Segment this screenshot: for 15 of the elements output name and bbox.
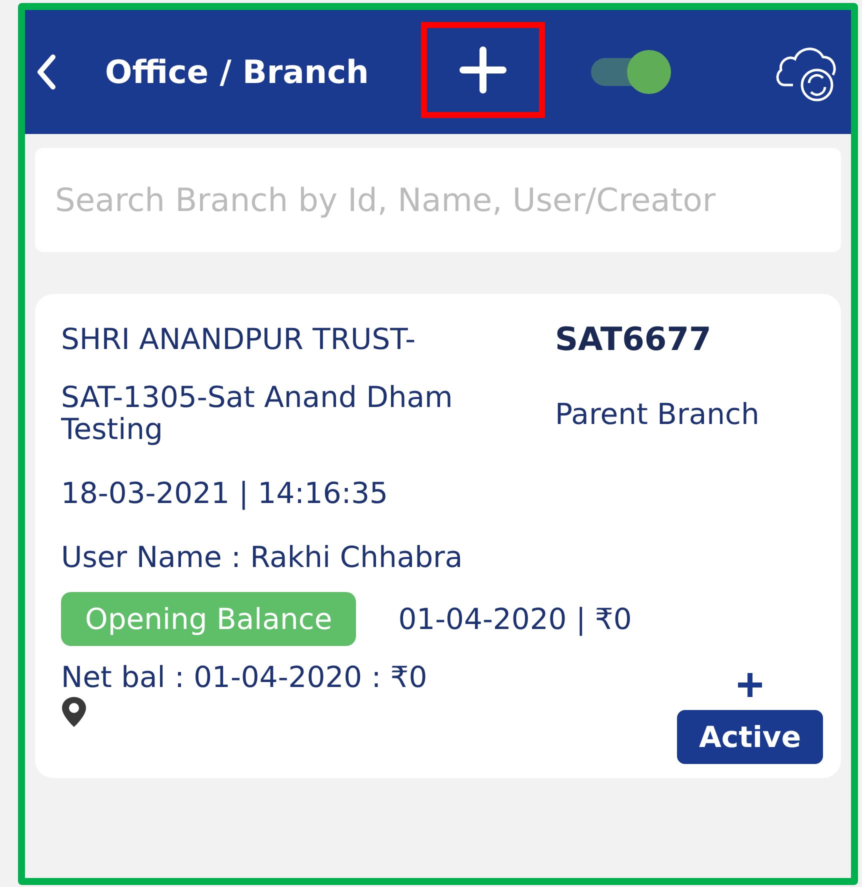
branch-name: SAT-1305-Sat Anand Dham Testing [61, 382, 454, 446]
created-date: 18-03-2021 | 14:16:35 [61, 476, 389, 510]
company-name: SHRI ANANDPUR TRUST- [61, 322, 417, 356]
location-pin-icon [61, 696, 87, 728]
branch-type: Parent Branch [555, 396, 760, 431]
opening-balance-value: 01-04-2020 | ₹0 [398, 602, 632, 636]
status-button[interactable]: Active [676, 710, 823, 764]
opening-balance-label: Opening Balance [61, 592, 356, 646]
screen-title: Office / Branch [105, 53, 369, 91]
toggle-switch[interactable] [590, 50, 673, 94]
back-button[interactable] [35, 54, 57, 90]
user-name: User Name : Rakhi Chhabra [61, 540, 464, 574]
net-balance: Net bal : 01-04-2020 : ₹0 [61, 660, 428, 694]
branch-code: SAT6677 [555, 320, 712, 358]
search-field[interactable]: Search Branch by Id, Name, User/Creator [35, 148, 841, 252]
